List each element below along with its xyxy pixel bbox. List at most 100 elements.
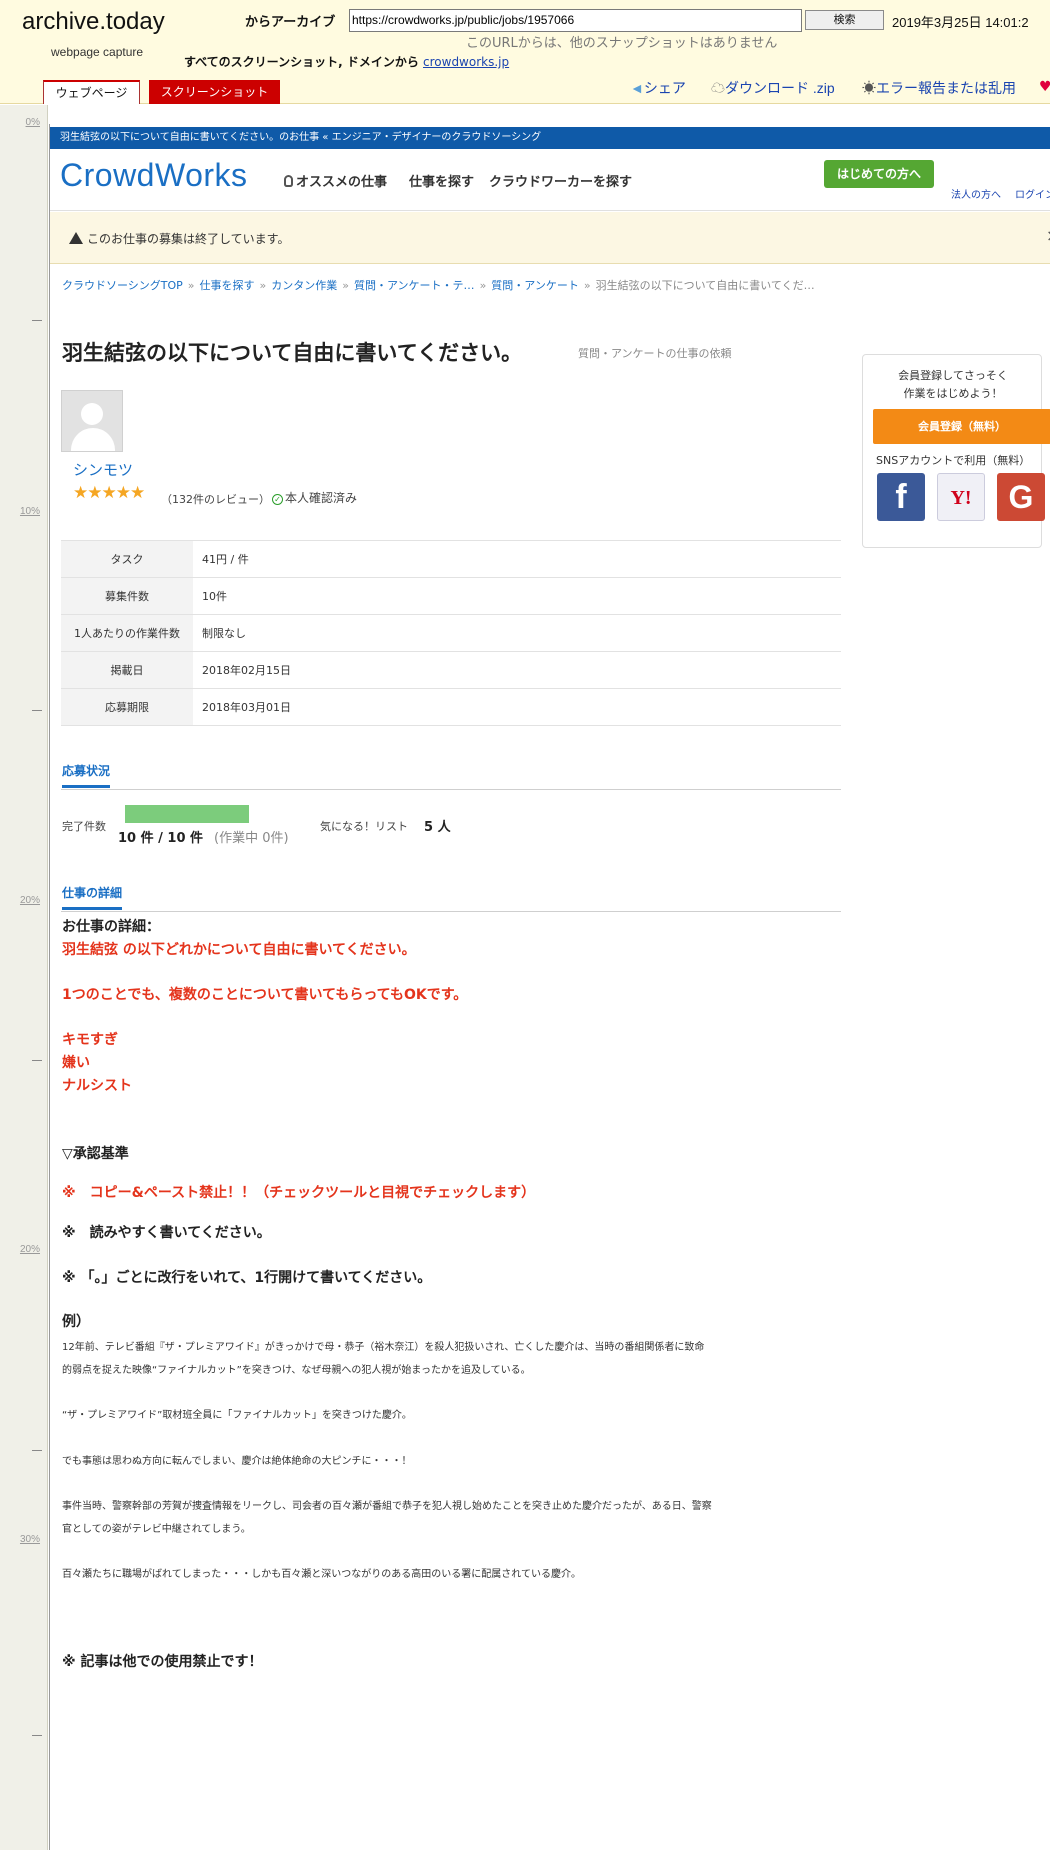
yahoo-icon: Y! <box>950 487 972 509</box>
heart-icon[interactable]: ♥ <box>1039 79 1050 95</box>
criteria-rule: ※ コピー&ペースト禁止！！（チェックツールと目視でチェックします） <box>62 1185 536 1201</box>
breadcrumb-item[interactable]: 質問・アンケート <box>491 279 579 292</box>
table-value-cell: 41円 / 件 <box>193 540 841 578</box>
crowdworks-logo[interactable]: CrowdWorks <box>60 157 248 194</box>
table-header-cell: 募集件数 <box>61 577 193 615</box>
avatar[interactable] <box>61 390 123 452</box>
breadcrumb-separator: » <box>479 279 487 292</box>
table-row: タスク 41円 / 件 <box>61 540 841 578</box>
corporate-link[interactable]: 法人の方へ <box>951 186 1001 201</box>
register-button[interactable]: 会員登録（無料） <box>873 409 1050 444</box>
site-top-strip: 羽生結弦の以下について自由に書いてください。のお仕事 « エンジニア・デザイナー… <box>50 127 1050 149</box>
check-icon: ✓ <box>272 494 283 505</box>
ruler-label[interactable]: 20% <box>20 1244 40 1255</box>
criteria-heading: ▽承認基準 <box>62 1146 129 1162</box>
table-header-cell: 1人あたりの作業件数 <box>61 614 193 652</box>
close-icon[interactable]: × <box>1046 226 1050 245</box>
breadcrumb-item[interactable]: 質問・アンケート・テ… <box>354 279 475 292</box>
ruler-tick <box>32 1450 42 1451</box>
report-link-label: エラー報告または乱用 <box>876 80 1016 96</box>
share-link[interactable]: ◄シェア <box>630 78 686 98</box>
table-row: 募集件数 10件 <box>61 577 841 615</box>
completion-progress-fill <box>125 805 249 823</box>
bug-icon: ☀ <box>862 80 876 96</box>
archive-logo[interactable]: archive.today <box>22 8 165 36</box>
nav-recommended-jobs[interactable]: オススメの仕事 <box>284 171 387 190</box>
section-title-detail: 仕事の詳細 <box>62 884 123 910</box>
job-info-table: タスク 41円 / 件 募集件数 10件 1人あたりの作業件数 制限なし 掲載日 201… <box>61 540 841 726</box>
example-text: 百々瀬たちに職場がばれてしまった・・・しかも百々瀬と深いつながりのある高田のいる… <box>62 1569 581 1580</box>
beginners-button[interactable]: はじめての方へ <box>824 160 934 188</box>
table-row: 掲載日 2018年02月15日 <box>61 651 841 689</box>
review-count[interactable]: （132件のレビュー） <box>161 491 270 507</box>
client-name[interactable]: シンモツ <box>73 459 133 480</box>
completed-count: 10 件 / 10 件 <box>118 831 204 846</box>
avatar-head-shape <box>81 403 103 425</box>
facebook-icon: f <box>895 478 907 516</box>
ruler-label[interactable]: 30% <box>20 1534 40 1545</box>
archive-no-snapshot-text: このURLからは、他のスナップショットはありません <box>466 36 778 51</box>
breadcrumb-separator: » <box>583 279 591 292</box>
ruler-label[interactable]: 20% <box>20 895 40 906</box>
table-row: 応募期限 2018年03月01日 <box>61 688 841 726</box>
yahoo-login-button[interactable]: Y! <box>937 473 985 521</box>
archive-capture-date: 2019年3月25日 14:01:2 <box>892 15 1029 30</box>
sidebar-message: 作業をはじめよう！ <box>903 387 1003 400</box>
nav-find-job[interactable]: 仕事を探す <box>409 171 474 190</box>
table-row: 1人あたりの作業件数 制限なし <box>61 614 841 652</box>
archive-search-button[interactable]: 検索 <box>805 10 884 30</box>
table-value-cell: 2018年02月15日 <box>193 651 841 689</box>
google-login-button[interactable]: G <box>997 473 1045 521</box>
download-link[interactable]: ☁ダウンロード .zip <box>711 78 835 98</box>
archive-subtitle: webpage capture <box>51 45 144 59</box>
tab-webpage[interactable]: ウェブページ <box>43 80 140 104</box>
sidebar-message: 会員登録してさっそく <box>898 369 1008 382</box>
completed-label: 完了件数 <box>62 820 106 833</box>
archive-url-input[interactable]: https://crowdworks.jp/public/jobs/195706… <box>349 9 802 32</box>
ruler-label[interactable]: 0% <box>26 117 40 128</box>
watchlist-label: 気になる！リスト <box>320 820 408 833</box>
ruler-tick <box>32 320 42 321</box>
page-title: 羽生結弦の以下について自由に書いてください。 <box>62 341 523 365</box>
ruler-tick <box>32 710 42 711</box>
job-category[interactable]: 質問・アンケートの仕事の依頼 <box>578 345 732 361</box>
download-link-label: ダウンロード .zip <box>725 80 835 96</box>
breadcrumb-item[interactable]: カンタン作業 <box>271 279 337 292</box>
sns-label: SNSアカウントで利用（無料） <box>876 454 1031 467</box>
breadcrumb: クラウドソーシングTOP » 仕事を探す » カンタン作業 » 質問・アンケート・テ… » 質問… <box>62 277 815 293</box>
breadcrumb-current: 羽生結弦の以下について自由に書いてくだ… <box>595 279 815 292</box>
login-link[interactable]: ログイン <box>1015 186 1050 201</box>
nav-recommended-label: オススメの仕事 <box>296 175 388 190</box>
warning-icon <box>69 232 83 244</box>
ruler-label[interactable]: 10% <box>20 506 40 517</box>
ruler-tick <box>32 1060 42 1061</box>
nav-find-worker[interactable]: クラウドワーカーを探す <box>489 171 632 190</box>
table-header-cell: 応募期限 <box>61 688 193 726</box>
identity-verified: ✓ 本人確認済み <box>272 489 357 506</box>
breadcrumb-separator: » <box>342 279 349 292</box>
avatar-body-shape <box>71 428 115 451</box>
archive-from-label: からアーカイブ <box>245 15 336 30</box>
detail-topic: 嫌い <box>62 1055 90 1071</box>
archive-domain-link[interactable]: crowdworks.jp <box>423 55 509 69</box>
tab-screenshot[interactable]: スクリーンショット <box>149 80 280 104</box>
detail-line: 1つのことでも、複数のことについて書いてもらってもOKです。 <box>62 987 468 1003</box>
section-divider <box>61 789 841 790</box>
report-link[interactable]: ☀エラー報告または乱用 <box>862 78 1016 98</box>
job-closed-notice: このお仕事の募集は終了しています。 <box>69 230 289 247</box>
example-text: 事件当時、警察幹部の芳賀が捜査情報をリークし、司会者の百々瀬が番組で恭子を犯人視… <box>62 1501 712 1512</box>
watchlist-count: 5 人 <box>424 820 451 835</box>
captured-page: 羽生結弦の以下について自由に書いてください。のお仕事 « エンジニア・デザイナー… <box>49 124 1050 1850</box>
signup-sidebar: 会員登録してさっそく 作業をはじめよう！ 会員登録（無料） SNSアカウントで利… <box>862 354 1050 548</box>
breadcrumb-item[interactable]: 仕事を探す <box>200 279 255 292</box>
share-icon: ◄ <box>630 80 644 96</box>
breadcrumb-item[interactable]: クラウドソーシングTOP <box>62 279 183 292</box>
facebook-login-button[interactable]: f <box>877 473 925 521</box>
section-title-status: 応募状況 <box>62 762 111 788</box>
job-closed-banner: このお仕事の募集は終了しています。 × <box>50 212 1050 264</box>
detail-topic: キモすぎ <box>62 1032 118 1048</box>
detail-line: 羽生結弦 の以下どれかについて自由に書いてください。 <box>62 942 416 958</box>
example-heading: 例） <box>62 1314 90 1330</box>
table-header-cell: タスク <box>61 540 193 578</box>
detail-heading: お仕事の詳細： <box>62 919 160 935</box>
